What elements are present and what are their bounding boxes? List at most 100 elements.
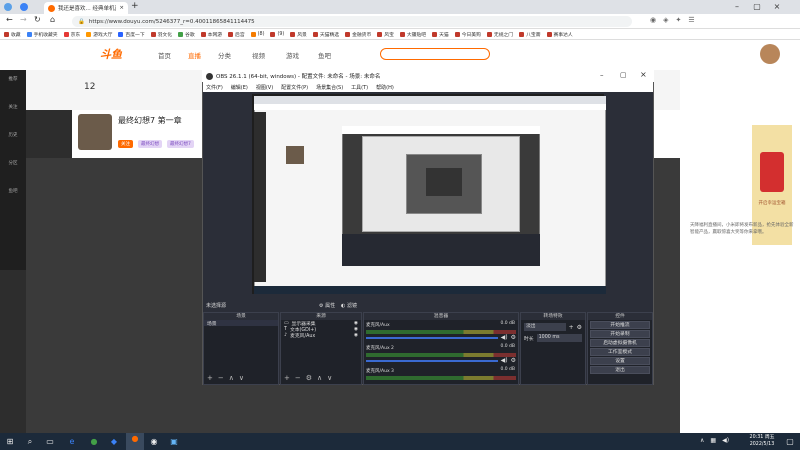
- extension-icon[interactable]: ◈: [663, 16, 668, 24]
- app-blue-icon[interactable]: ◆: [108, 436, 120, 448]
- move-down-icon[interactable]: ∨: [327, 374, 332, 382]
- nav-home[interactable]: 首页: [158, 50, 171, 60]
- app-taskbar-icon[interactable]: ▣: [168, 436, 180, 448]
- system-clock[interactable]: 20:31 周五 2022/5/13: [742, 434, 782, 449]
- obs-close-icon[interactable]: ×: [640, 70, 647, 79]
- bookmark-item[interactable]: 收藏: [4, 31, 21, 38]
- eye-icon[interactable]: ◉: [354, 321, 358, 326]
- browser-tab[interactable]: 我还是喜欢... 经典单机直播... ×: [44, 2, 128, 14]
- scene-item[interactable]: 场景: [204, 320, 278, 327]
- task-view-icon[interactable]: ▭: [44, 436, 56, 448]
- studio-mode-button[interactable]: 工作室模式: [590, 348, 650, 356]
- bookmark-item[interactable]: 羽文化: [150, 31, 172, 38]
- volume-icon[interactable]: ◀): [722, 437, 729, 444]
- obs-minimize-icon[interactable]: –: [600, 71, 604, 79]
- sidebar-item-category[interactable]: 分区: [4, 160, 22, 182]
- minimize-icon[interactable]: –: [730, 1, 744, 12]
- sidebar-item-recommend[interactable]: 推荐: [4, 76, 22, 98]
- home-icon[interactable]: ⌂: [50, 15, 55, 24]
- channel-settings-icon[interactable]: ⚙: [511, 334, 516, 341]
- bookmark-item[interactable]: 天猫: [432, 31, 449, 38]
- maximize-icon[interactable]: ▢: [750, 1, 764, 12]
- properties-button[interactable]: ⚙ 属性: [319, 302, 335, 309]
- virtual-camera-button[interactable]: 启动虚拟摄像机: [590, 339, 650, 347]
- channel-settings-icon[interactable]: ⚙: [511, 357, 516, 364]
- nav-live[interactable]: 直播: [188, 50, 201, 60]
- menu-help[interactable]: 帮助(H): [376, 84, 394, 91]
- speaker-icon[interactable]: ◀): [501, 334, 508, 341]
- extension-icon[interactable]: ◉: [650, 16, 656, 24]
- app-green-icon[interactable]: ●: [88, 436, 100, 448]
- url-field[interactable]: 🔒 https://www.douyu.com/5246377_r=0.4001…: [72, 16, 632, 27]
- browser-taskbar-icon[interactable]: ●: [126, 433, 144, 450]
- streamer-avatar[interactable]: [78, 114, 112, 150]
- category-tag[interactable]: 最终幻想: [138, 140, 162, 148]
- bookmark-item[interactable]: 今日美购: [454, 31, 481, 38]
- browser-menu-icon[interactable]: [20, 3, 28, 11]
- nav-fishbar[interactable]: 鱼吧: [318, 50, 331, 60]
- add-transition-icon[interactable]: +: [569, 324, 574, 331]
- remove-scene-icon[interactable]: −: [218, 374, 224, 382]
- close-window-icon[interactable]: ×: [770, 1, 784, 12]
- move-down-icon[interactable]: ∨: [239, 374, 244, 382]
- add-source-icon[interactable]: +: [284, 374, 290, 382]
- exit-button[interactable]: 退出: [590, 366, 650, 374]
- tray-up-icon[interactable]: ∧: [700, 437, 704, 444]
- start-recording-button[interactable]: 开始录制: [590, 330, 650, 338]
- nav-video[interactable]: 视频: [252, 50, 265, 60]
- bookmark-item[interactable]: 谷歌: [178, 31, 195, 38]
- move-up-icon[interactable]: ∧: [317, 374, 322, 382]
- source-item[interactable]: ♪ 麦克风/Aux ◉: [281, 332, 361, 339]
- forward-icon[interactable]: →: [20, 15, 27, 24]
- menu-scene-collection[interactable]: 场景集合(S): [316, 84, 343, 91]
- search-icon[interactable]: ⌕: [24, 436, 36, 448]
- transition-select[interactable]: 淡出: [524, 323, 566, 331]
- bookmark-item[interactable]: 百度一下: [118, 31, 145, 38]
- category-tag[interactable]: 最终幻想7: [167, 140, 194, 148]
- settings-button[interactable]: 设置: [590, 357, 650, 365]
- sidebar-item-history[interactable]: 历史: [4, 132, 22, 154]
- network-icon[interactable]: ▦: [710, 437, 716, 444]
- edge-icon[interactable]: e: [66, 436, 78, 448]
- settings-gear-icon[interactable]: ⚙: [306, 374, 312, 382]
- nav-game[interactable]: 游戏: [286, 50, 299, 60]
- menu-edit[interactable]: 编辑(E): [231, 84, 248, 91]
- bookmark-item[interactable]: 后宫: [228, 31, 245, 38]
- menu-view[interactable]: 视图(V): [256, 84, 273, 91]
- nav-category[interactable]: 分类: [218, 50, 231, 60]
- red-envelope-icon[interactable]: [760, 152, 784, 192]
- douyu-logo[interactable]: 斗鱼: [100, 46, 140, 62]
- bookmark-item[interactable]: 本网游: [200, 31, 222, 38]
- volume-slider[interactable]: [366, 360, 498, 362]
- sidebar-item-follow[interactable]: 关注: [4, 104, 22, 126]
- add-scene-icon[interactable]: +: [207, 374, 213, 382]
- windows-start-icon[interactable]: ⊞: [4, 436, 16, 448]
- transition-settings-icon[interactable]: ⚙: [577, 324, 582, 331]
- douyu-search-input[interactable]: [380, 48, 490, 60]
- obs-taskbar-icon[interactable]: ◉: [148, 436, 160, 448]
- bookmark-item[interactable]: (8): [250, 31, 264, 37]
- menu-file[interactable]: 文件(F): [206, 84, 223, 91]
- bookmark-item[interactable]: 无规之门: [486, 31, 513, 38]
- start-streaming-button[interactable]: 开始推流: [590, 321, 650, 329]
- menu-tools[interactable]: 工具(T): [351, 84, 368, 91]
- bookmark-item[interactable]: 金融货币: [345, 31, 371, 38]
- bookmark-item[interactable]: 风景: [290, 31, 307, 38]
- bookmark-item[interactable]: 大疆贴吧: [399, 31, 426, 38]
- bookmark-item[interactable]: (9): [270, 31, 284, 37]
- duration-field[interactable]: 1000 ms: [536, 334, 582, 342]
- menu-profile[interactable]: 配置文件(P): [281, 84, 308, 91]
- sidebar-item-fishbar[interactable]: 鱼吧: [4, 188, 22, 210]
- extension-icon[interactable]: ☰: [688, 16, 694, 24]
- remove-source-icon[interactable]: −: [295, 374, 301, 382]
- move-up-icon[interactable]: ∧: [229, 374, 234, 382]
- filters-button[interactable]: ◐ 滤镜: [341, 302, 357, 309]
- bookmark-item[interactable]: 风宝: [377, 31, 394, 38]
- follow-tag[interactable]: 关注: [118, 140, 133, 148]
- close-tab-icon[interactable]: ×: [119, 5, 124, 11]
- bookmark-item[interactable]: 游戏大厅: [86, 31, 112, 38]
- eye-icon[interactable]: ◉: [354, 333, 358, 338]
- obs-maximize-icon[interactable]: ▢: [620, 71, 627, 79]
- volume-slider[interactable]: [366, 337, 498, 339]
- bookmark-item[interactable]: 赛事达人: [546, 31, 573, 38]
